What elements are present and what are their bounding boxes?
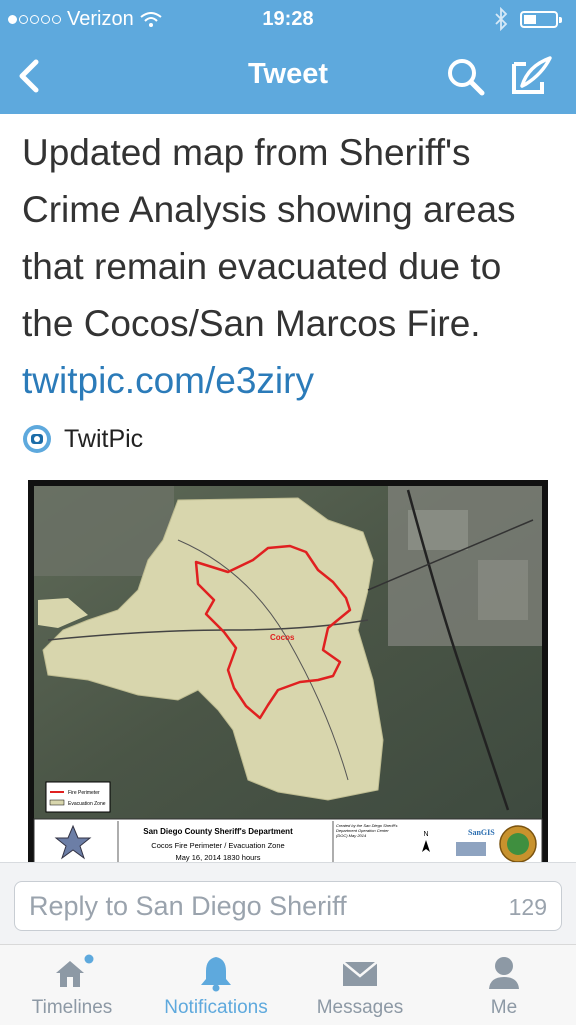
map-title: San Diego County Sheriff's Department — [143, 827, 293, 836]
legend-evac-text: Evacuation Zone — [68, 801, 106, 807]
media-source[interactable]: TwitPic — [22, 421, 143, 457]
tweet-link[interactable]: twitpic.com/e3ziry — [22, 360, 314, 401]
tweet-body: Updated map from Sheriff's Crime Analysi… — [22, 132, 516, 344]
twitpic-icon — [23, 425, 51, 453]
map-date: May 16, 2014 1830 hours — [175, 853, 260, 862]
character-count: 129 — [508, 894, 547, 920]
tab-me-label: Me — [490, 997, 518, 1018]
tab-bar: Timelines Notifications Messages Me — [0, 944, 576, 1025]
tab-messages[interactable]: Messages — [288, 945, 432, 1025]
status-time: 19:28 — [262, 8, 314, 30]
source-label: TwitPic — [64, 424, 144, 453]
person-icon — [489, 957, 519, 989]
tab-notifications-label: Notifications — [164, 997, 268, 1018]
battery-icon — [520, 11, 562, 28]
tab-messages-label: Messages — [316, 997, 404, 1018]
top-bar: Verizon 19:28 Tweet — [0, 0, 576, 114]
tab-timelines-label: Timelines — [31, 997, 113, 1018]
search-icon[interactable] — [444, 56, 488, 96]
reply-input[interactable]: Reply to San Diego Sheriff 129 — [14, 881, 562, 931]
nav-bar: Tweet — [0, 38, 576, 114]
map-legend — [45, 781, 111, 813]
tab-me[interactable]: Me — [432, 945, 576, 1025]
envelope-icon — [342, 961, 378, 986]
map-subtitle: Cocos Fire Perimeter / Evacuation Zone — [151, 841, 284, 850]
tweet-text: Updated map from Sheriff's Crime Analysi… — [22, 124, 562, 409]
evacuation-map: Cocos Fire Perimeter Evacuation Zone San… — [28, 480, 548, 870]
page-title: Tweet — [247, 58, 329, 90]
compose-icon[interactable] — [508, 54, 556, 98]
legend-perimeter-text: Fire Perimeter — [68, 790, 100, 796]
bell-icon — [201, 957, 231, 992]
sangis-logo: SanGIS — [468, 828, 495, 837]
map-credit: Created by the San Diego Sheriff's Depar… — [336, 823, 398, 838]
reply-bar: Reply to San Diego Sheriff 129 — [0, 862, 576, 945]
fire-label: Cocos — [270, 633, 295, 642]
north-arrow-icon: N — [423, 831, 428, 838]
bluetooth-icon — [495, 7, 508, 31]
home-icon — [56, 954, 94, 987]
reply-placeholder: Reply to San Diego Sheriff — [29, 891, 347, 921]
tweet-image[interactable]: Cocos Fire Perimeter Evacuation Zone San… — [28, 480, 548, 870]
status-bar: Verizon 19:28 — [0, 0, 576, 38]
tab-timelines[interactable]: Timelines — [0, 945, 144, 1025]
tab-notifications[interactable]: Notifications — [144, 945, 288, 1025]
